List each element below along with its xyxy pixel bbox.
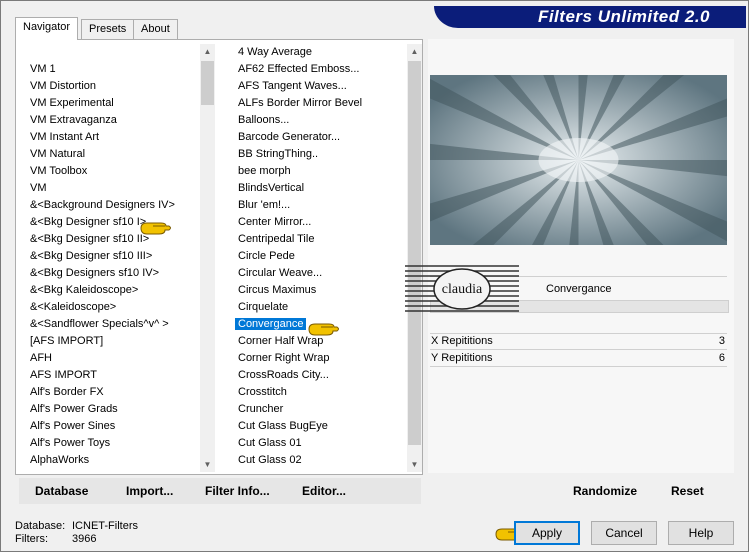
database-button[interactable]: Database: [35, 484, 88, 498]
pointing-hand-icon: [140, 222, 171, 235]
filter-list-item[interactable]: Cirquelate: [238, 299, 288, 316]
filter-list-item[interactable]: AF62 Effected Emboss...: [238, 61, 359, 78]
category-list-item[interactable]: Alf's Power Grads: [30, 401, 118, 418]
param-y-label: Y Repititions: [431, 352, 493, 364]
tab-about[interactable]: About: [133, 19, 178, 39]
filters-count-info: Filters: 3966: [15, 533, 96, 545]
preview-center-glow: [538, 138, 619, 182]
filter-list-item[interactable]: 4 Way Average: [238, 44, 312, 61]
category-list-item[interactable]: [AFS IMPORT]: [30, 333, 103, 350]
category-list-item[interactable]: &<Bkg Designers sf10 IV>: [30, 265, 159, 282]
category-list-item[interactable]: AlphaWorks: [30, 452, 89, 469]
category-list-item[interactable]: &<Background Designers IV>: [30, 197, 175, 214]
category-list-item[interactable]: &<Bkg Designer sf10 I>: [30, 214, 146, 231]
category-list-item[interactable]: &<Bkg Kaleidoscope>: [30, 282, 138, 299]
database-info: Database: ICNET-Filters: [15, 520, 138, 532]
filter-list[interactable]: 4 Way Average AF62 Effected Emboss... AFS …: [232, 44, 406, 472]
category-list-item[interactable]: VM: [30, 180, 47, 197]
category-list-item[interactable]: VM 1: [30, 61, 56, 78]
window-title: Filters Unlimited 2.0: [537, 7, 710, 26]
category-list-item[interactable]: AFS IMPORT: [30, 367, 97, 384]
category-list-item[interactable]: &<Sandflower Specials^v^ >: [30, 316, 169, 333]
filter-list-item[interactable]: Circus Maximus: [238, 282, 316, 299]
filter-list-item[interactable]: bee morph: [238, 163, 291, 180]
category-scrollbar[interactable]: ▲ ▼: [200, 44, 215, 472]
category-list-item[interactable]: VM Distortion: [30, 78, 96, 95]
filter-list-item[interactable]: Blur 'em!...: [238, 197, 290, 214]
database-label: Database:: [15, 520, 66, 532]
logo-text: claudia: [442, 282, 483, 297]
filter-list-item[interactable]: Barcode Generator...: [238, 129, 340, 146]
category-list-item[interactable]: VM Natural: [30, 146, 85, 163]
filter-list-item[interactable]: BlindsVertical: [238, 180, 304, 197]
category-list-item[interactable]: VM Experimental: [30, 95, 114, 112]
title-banner: Filters Unlimited 2.0: [434, 6, 746, 28]
scroll-up-icon[interactable]: ▲: [407, 44, 422, 59]
filter-list-item[interactable]: ALFs Border Mirror Bevel: [238, 95, 362, 112]
pointing-hand-icon: [308, 323, 339, 336]
filters-value: 3966: [72, 533, 97, 545]
cancel-button[interactable]: Cancel: [591, 521, 657, 545]
category-list-item[interactable]: VM Toolbox: [30, 163, 87, 180]
import-button[interactable]: Import...: [126, 484, 173, 498]
category-list-item[interactable]: Alf's Border FX: [30, 384, 104, 401]
filter-list-item[interactable]: Circular Weave...: [238, 265, 322, 282]
editor-button[interactable]: Editor...: [302, 484, 346, 498]
help-button[interactable]: Help: [668, 521, 734, 545]
category-list-item[interactable]: VM Instant Art: [30, 129, 99, 146]
divider: [430, 366, 727, 367]
category-list-item[interactable]: Alf's Power Sines: [30, 418, 115, 435]
category-list-item[interactable]: AFH: [30, 350, 52, 367]
scroll-thumb[interactable]: [201, 61, 214, 105]
param-x-value[interactable]: 3: [719, 335, 725, 347]
claudia-watermark-logo: claudia: [405, 265, 519, 312]
randomize-button[interactable]: Randomize: [573, 484, 637, 498]
filter-list-item[interactable]: Centripedal Tile: [238, 231, 314, 248]
param-x-label: X Repititions: [431, 335, 493, 347]
category-list-item[interactable]: &<Kaleidoscope>: [30, 299, 116, 316]
current-filter-name: Convergance: [546, 283, 612, 295]
filter-preview: [430, 75, 727, 245]
category-list-item[interactable]: VM Extravaganza: [30, 112, 117, 129]
filter-list-item[interactable]: Cruncher: [238, 401, 283, 418]
filter-scrollbar[interactable]: ▲ ▼: [407, 44, 422, 472]
scroll-thumb[interactable]: [408, 61, 421, 445]
filter-info-button[interactable]: Filter Info...: [205, 484, 270, 498]
filters-label: Filters:: [15, 533, 48, 545]
filter-list-item[interactable]: BB StringThing..: [238, 146, 318, 163]
apply-button[interactable]: Apply: [514, 521, 580, 545]
filter-list-item[interactable]: CrossRoads City...: [238, 367, 329, 384]
divider: [430, 333, 727, 334]
filter-list-item[interactable]: Cut Glass 02: [238, 452, 302, 469]
category-list-item[interactable]: &<Bkg Designer sf10 II>: [30, 231, 149, 248]
navigator-button-bar: Database Import... Filter Info... Editor…: [19, 478, 421, 504]
divider: [430, 349, 727, 350]
filter-list-item[interactable]: AFS Tangent Waves...: [238, 78, 347, 95]
filter-list-item[interactable]: Balloons...: [238, 112, 289, 129]
filter-list-item[interactable]: Corner Right Wrap: [238, 350, 330, 367]
tab-navigator[interactable]: Navigator: [15, 17, 79, 40]
category-list-item[interactable]: &<Bkg Designer sf10 III>: [30, 248, 152, 265]
tab-presets[interactable]: Presets: [81, 19, 135, 39]
database-value: ICNET-Filters: [72, 520, 138, 532]
filter-list-item[interactable]: Circle Pede: [238, 248, 295, 265]
scroll-down-icon[interactable]: ▼: [200, 457, 215, 472]
reset-button[interactable]: Reset: [671, 484, 704, 498]
filter-list-item[interactable]: Convergance: [235, 316, 307, 333]
param-y-value[interactable]: 6: [719, 352, 725, 364]
category-list-item[interactable]: Alf's Power Toys: [30, 435, 110, 452]
filter-list-item[interactable]: Cut Glass BugEye: [238, 418, 328, 435]
filter-list-item[interactable]: Crosstitch: [238, 384, 287, 401]
scroll-down-icon[interactable]: ▼: [407, 457, 422, 472]
scroll-up-icon[interactable]: ▲: [200, 44, 215, 59]
filter-list-item[interactable]: Center Mirror...: [238, 214, 311, 231]
filter-list-item[interactable]: Cut Glass 01: [238, 435, 302, 452]
category-list[interactable]: VM 1 VM Distortion VM Experimental VM Extra…: [24, 44, 199, 472]
